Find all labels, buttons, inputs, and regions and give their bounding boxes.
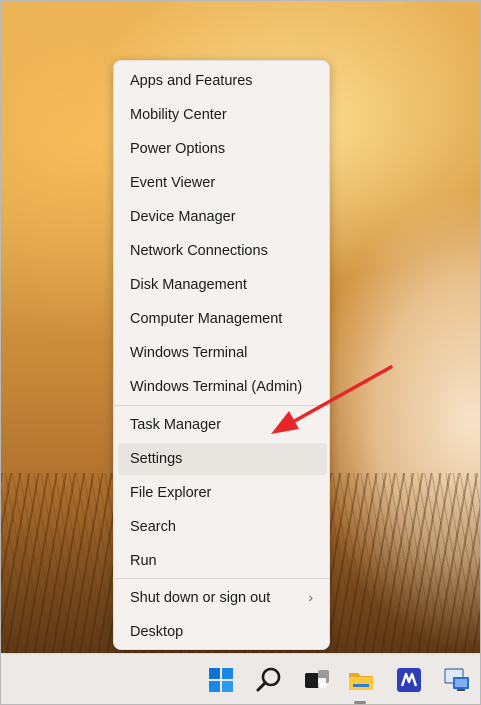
task-view-icon[interactable] (301, 664, 333, 696)
menu-item-desktop[interactable]: Desktop (118, 616, 327, 648)
menu-item-label: Shut down or sign out (130, 590, 271, 606)
menu-item-windows-terminal[interactable]: Windows Terminal (118, 337, 327, 369)
winx-context-menu: Apps and Features Mobility Center Power … (113, 60, 330, 650)
remote-desktop-icon[interactable] (441, 664, 473, 696)
screen: Apps and Features Mobility Center Power … (0, 0, 481, 705)
chevron-right-icon: › (308, 589, 313, 605)
menu-item-mobility-center[interactable]: Mobility Center (118, 99, 327, 131)
menu-item-file-explorer[interactable]: File Explorer (118, 477, 327, 509)
windows-start-icon[interactable] (205, 664, 237, 696)
menu-item-shut-down-or-sign-out[interactable]: Shut down or sign out › (118, 582, 327, 614)
menu-item-settings[interactable]: Settings (118, 443, 327, 475)
menu-item-computer-management[interactable]: Computer Management (118, 303, 327, 335)
menu-separator (114, 405, 329, 406)
menu-item-device-manager[interactable]: Device Manager (118, 201, 327, 233)
menu-item-event-viewer[interactable]: Event Viewer (118, 167, 327, 199)
menu-item-task-manager[interactable]: Task Manager (118, 409, 327, 441)
menu-item-windows-terminal-admin[interactable]: Windows Terminal (Admin) (118, 371, 327, 403)
taskbar (1, 653, 480, 704)
file-explorer-icon[interactable] (345, 664, 377, 696)
menu-item-apps-and-features[interactable]: Apps and Features (118, 65, 327, 97)
search-icon[interactable] (253, 664, 285, 696)
menu-item-disk-management[interactable]: Disk Management (118, 269, 327, 301)
active-app-indicator (354, 701, 366, 704)
menu-item-run[interactable]: Run (118, 545, 327, 577)
menu-item-power-options[interactable]: Power Options (118, 133, 327, 165)
app-icon[interactable] (393, 664, 425, 696)
menu-separator (114, 578, 329, 579)
menu-item-search[interactable]: Search (118, 511, 327, 543)
menu-item-network-connections[interactable]: Network Connections (118, 235, 327, 267)
